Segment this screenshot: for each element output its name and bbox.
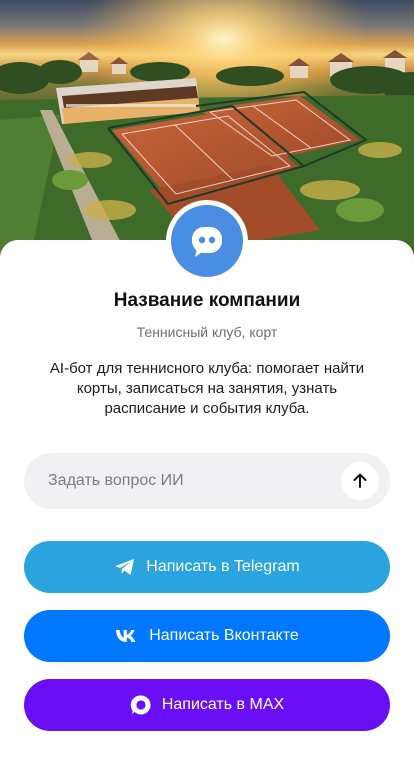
ask-ai-field	[24, 453, 390, 509]
company-description: AI-бот для теннисного клуба: помогает на…	[49, 360, 365, 417]
vk-icon	[115, 629, 139, 643]
vk-button[interactable]: Написать Вконтакте	[24, 610, 390, 662]
telegram-button-label: Написать в Telegram	[146, 558, 300, 575]
max-button[interactable]: Написать в MAX	[24, 679, 390, 731]
company-category: Теннисный клуб, корт	[136, 324, 278, 340]
arrow-up-icon	[353, 473, 367, 488]
avatar-badge	[171, 205, 243, 277]
company-avatar	[166, 200, 248, 282]
send-button[interactable]	[341, 462, 379, 500]
telegram-button[interactable]: Написать в Telegram	[24, 541, 390, 593]
vk-button-label: Написать Вконтакте	[149, 627, 299, 644]
ask-ai-input[interactable]	[48, 453, 348, 509]
chat-bubble-icon	[192, 227, 222, 257]
telegram-icon	[114, 558, 136, 576]
max-button-label: Написать в MAX	[161, 696, 285, 713]
max-icon	[130, 694, 152, 716]
company-name: Название компании	[113, 290, 301, 311]
